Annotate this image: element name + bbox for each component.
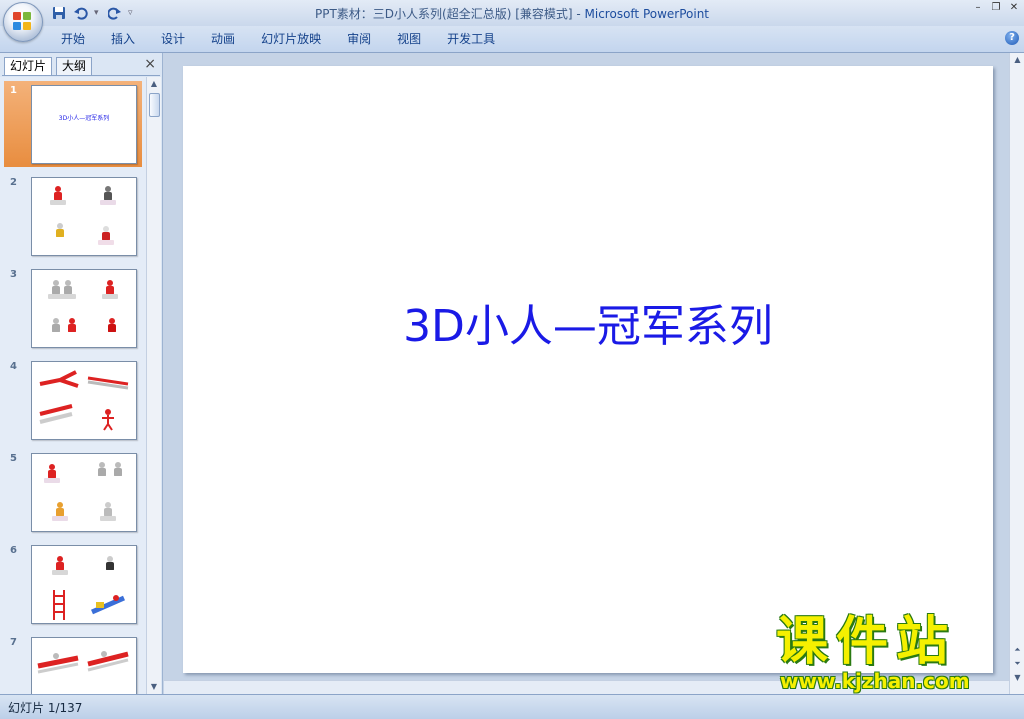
watermark-text: 课件站 (776, 612, 957, 672)
tab-outline[interactable]: 大纲 (56, 57, 93, 75)
title-bar: ▾ ▿ PPT素材：三D小人系列(超全汇总版) [兼容模式] - Microso… (0, 0, 1024, 26)
tab-slideshow[interactable]: 幻灯片放映 (248, 31, 334, 47)
status-bar: 幻灯片 1/137 (0, 694, 1024, 719)
slide-thumb-row[interactable]: 7 (4, 633, 142, 694)
ribbon-tabs: 开始 插入 设计 动画 幻灯片放映 审阅 视图 开发工具 ? (0, 26, 1024, 53)
slide-number: 6 (10, 545, 17, 556)
thumb-graphic (53, 590, 126, 620)
tab-design[interactable]: 设计 (148, 31, 198, 47)
tab-view[interactable]: 视图 (384, 31, 434, 47)
slide-thumb-row[interactable]: 6 (4, 541, 142, 627)
thumb-title: 3D小人—冠军系列 (58, 115, 110, 122)
scroll-up-icon[interactable]: ▲ (1010, 53, 1024, 67)
close-pane-icon[interactable]: × (144, 56, 156, 72)
slide-thumbnail[interactable] (31, 637, 137, 694)
app-name: Microsoft PowerPoint (584, 7, 710, 21)
slide-thumbnail[interactable] (31, 269, 137, 348)
scroll-down-icon[interactable]: ▼ (1010, 671, 1024, 685)
slide-thumbnail[interactable] (31, 453, 137, 532)
slide-thumbnail[interactable] (31, 177, 137, 256)
slide-number: 4 (10, 361, 17, 372)
pane-tabs: 幻灯片 大纲 × (2, 55, 160, 76)
editor-scrollbar[interactable]: ▲ ⏶ ⏷ ▼ (1009, 53, 1024, 694)
slide-thumbnails: 1 3D小人—冠军系列 2 3 4 5 6 7 (0, 77, 146, 694)
slide-thumb-row[interactable]: 2 (4, 173, 142, 259)
slide-thumbnail[interactable] (31, 361, 137, 440)
close-window-icon[interactable]: ✕ (1008, 3, 1020, 13)
thumb-graphic (39, 370, 129, 431)
slide-canvas[interactable]: 3D小人—冠军系列 (183, 66, 993, 673)
thumbnails-scrollbar[interactable]: ▲ ▼ (146, 77, 161, 694)
slide-number: 5 (10, 453, 17, 464)
slide-number: 3 (10, 269, 17, 280)
slide-thumb-row[interactable]: 3 (4, 265, 142, 351)
slide-editor: 3D小人—冠军系列 (164, 53, 1009, 694)
tab-review[interactable]: 审阅 (334, 31, 384, 47)
tab-slides[interactable]: 幻灯片 (4, 57, 53, 75)
previous-slide-icon[interactable]: ⏶ (1010, 643, 1024, 657)
slide-number: 7 (10, 637, 17, 648)
office-button[interactable] (3, 2, 43, 42)
help-icon[interactable]: ? (1005, 31, 1019, 45)
ribbon-tab-list: 开始 插入 设计 动画 幻灯片放映 审阅 视图 开发工具 (48, 31, 508, 47)
tab-insert[interactable]: 插入 (98, 31, 148, 47)
slide-title[interactable]: 3D小人—冠军系列 (183, 290, 993, 354)
watermark: 课件站 www.kjzhan.com (770, 612, 1010, 694)
scroll-down-icon[interactable]: ▼ (147, 680, 161, 694)
scrollbar-thumb[interactable] (149, 93, 160, 117)
restore-icon[interactable]: ❐ (990, 3, 1002, 13)
tab-animations[interactable]: 动画 (198, 31, 248, 47)
slide-thumb-row[interactable]: 1 3D小人—冠军系列 (4, 81, 142, 167)
tab-developer[interactable]: 开发工具 (434, 31, 508, 47)
slide-thumbnail[interactable] (31, 545, 137, 624)
watermark-url: www.kjzhan.com (780, 669, 970, 693)
thumb-graphic (37, 651, 129, 674)
window-controls: – ❐ ✕ (972, 3, 1020, 13)
scroll-up-icon[interactable]: ▲ (147, 77, 161, 91)
slide-thumbnail[interactable]: 3D小人—冠军系列 (31, 85, 137, 164)
slide-number: 2 (10, 177, 17, 188)
tab-home[interactable]: 开始 (48, 31, 98, 47)
slide-thumb-row[interactable]: 4 (4, 357, 142, 443)
document-title: PPT素材：三D小人系列(超全汇总版) [兼容模式] - (314, 7, 585, 21)
slides-pane: 幻灯片 大纲 × 1 3D小人—冠军系列 2 3 4 5 6 7 ▲ ▼ (0, 53, 163, 694)
slide-count-status: 幻灯片 1/137 (8, 701, 83, 715)
slide-number: 1 (10, 85, 17, 96)
minimize-icon[interactable]: – (972, 3, 984, 13)
slide-thumb-row[interactable]: 5 (4, 449, 142, 535)
next-slide-icon[interactable]: ⏷ (1010, 657, 1024, 671)
office-logo-icon (13, 12, 33, 32)
window-title: PPT素材：三D小人系列(超全汇总版) [兼容模式] - Microsoft P… (0, 5, 1024, 22)
